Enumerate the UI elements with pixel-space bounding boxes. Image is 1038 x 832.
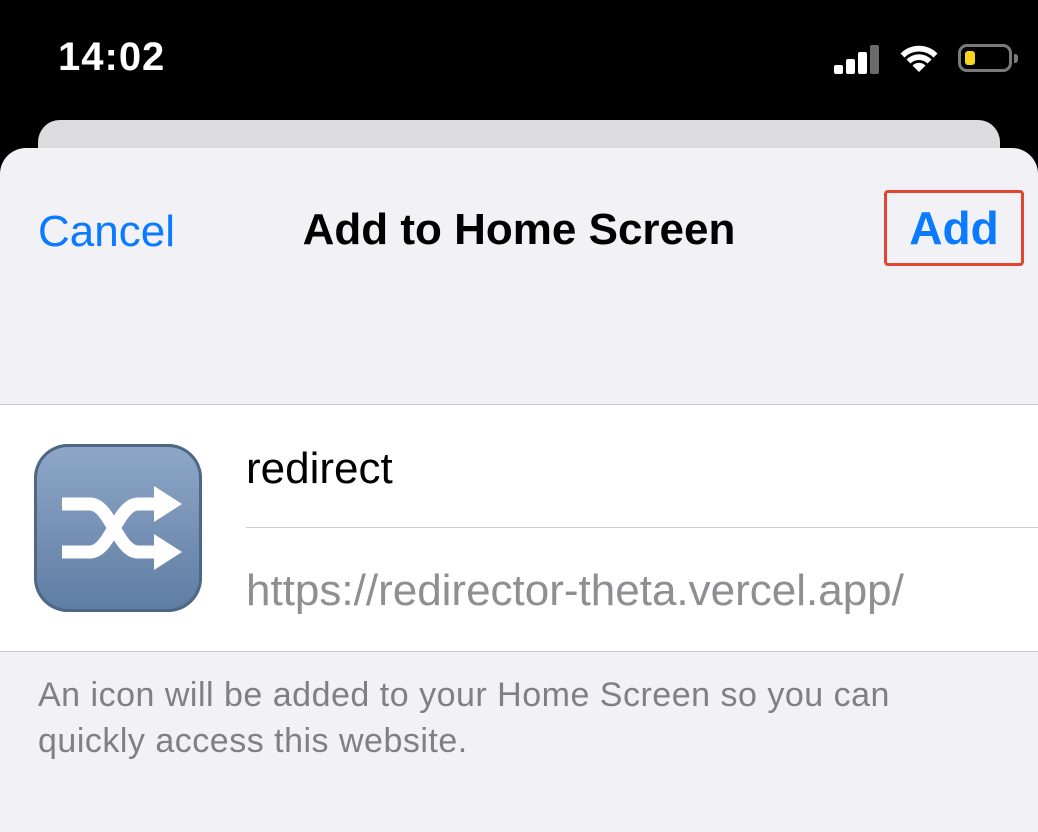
wifi-icon <box>900 45 938 72</box>
field-divider <box>246 527 1038 528</box>
shuffle-arrows-icon <box>34 444 202 612</box>
cellular-signal-icon <box>834 42 880 74</box>
shortcut-url: https://redirector-theta.vercel.app/ <box>246 566 904 615</box>
add-to-home-sheet: Cancel Add to Home Screen Add https://re… <box>0 148 1038 832</box>
helper-text: An icon will be added to your Home Scree… <box>38 676 890 760</box>
status-icons <box>834 38 1018 78</box>
battery-fill <box>965 51 975 65</box>
shortcut-card: https://redirector-theta.vercel.app/ <box>0 404 1038 652</box>
cancel-button[interactable]: Cancel <box>38 208 175 256</box>
screen: 14:02 Cancel Add to Home Screen Add redi… <box>0 0 1038 832</box>
add-button-label: Add <box>909 202 999 254</box>
add-button[interactable]: Add <box>884 190 1024 266</box>
shortcut-name-input[interactable] <box>246 441 1006 497</box>
status-time: 14:02 <box>58 35 166 79</box>
battery-low-icon <box>958 44 1018 72</box>
